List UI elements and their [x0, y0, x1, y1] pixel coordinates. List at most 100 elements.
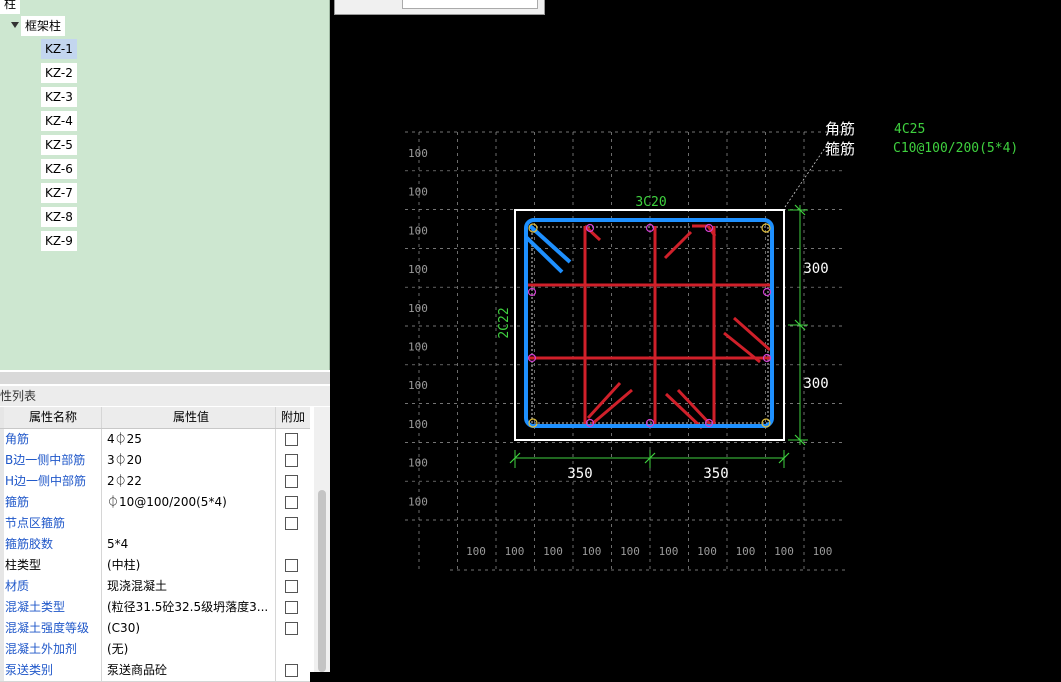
top-bar-label: 3C20	[635, 195, 666, 210]
table-row[interactable]: 角筋 4⏀25	[0, 429, 310, 451]
property-value[interactable]: 4⏀25	[104, 429, 276, 450]
property-value[interactable]: 泵送商品砼	[104, 660, 276, 681]
add-checkbox[interactable]	[285, 454, 298, 467]
add-checkbox[interactable]	[285, 496, 298, 509]
left-panel: 柱 框架柱 KZ-1 KZ-2 KZ-3 KZ-4 KZ-5 KZ-6 KZ-7…	[0, 0, 330, 682]
drawing-canvas[interactable]: 100 100 100 100 100 100 100 100 100 100 100 100 100 1…	[330, 0, 1061, 672]
table-row[interactable]: 泵送类别 泵送商品砼	[0, 660, 310, 682]
property-name: 节点区箍筋	[5, 513, 102, 534]
tree-group-frame-column[interactable]: 框架柱	[21, 16, 66, 36]
component-tree: 柱 框架柱 KZ-1 KZ-2 KZ-3 KZ-4 KZ-5 KZ-6 KZ-7…	[0, 0, 330, 370]
property-name: 材质	[5, 576, 102, 597]
grid-label-x: 100	[543, 545, 563, 558]
grid-label-y: 100	[408, 379, 428, 392]
property-name: B边一侧中部筋	[5, 450, 102, 471]
tree-item-kz-3[interactable]: KZ-3	[41, 87, 77, 107]
outer-stirrup	[524, 218, 774, 428]
grid-label-y: 100	[408, 302, 428, 315]
property-value[interactable]	[104, 513, 276, 534]
table-row[interactable]: H边一侧中部筋 2⏀22	[0, 471, 310, 493]
add-checkbox[interactable]	[285, 433, 298, 446]
dim-text-300-bottom: 300	[803, 376, 828, 392]
table-row[interactable]: 箍筋 ⏀10@100/200(5*4)	[0, 492, 310, 514]
property-value[interactable]: (C30)	[104, 618, 276, 639]
add-checkbox[interactable]	[285, 559, 298, 572]
leader-line	[784, 144, 828, 208]
grid-label-y: 100	[408, 341, 428, 354]
table-row[interactable]: 节点区箍筋	[0, 513, 310, 535]
grid-label-y: 100	[408, 186, 428, 199]
grid-label-x: 100	[697, 545, 717, 558]
grid-label-x: 100	[582, 545, 602, 558]
property-name: 泵送类别	[5, 660, 102, 681]
grid-label-x: 100	[774, 545, 794, 558]
side-bar-label: 2C22	[497, 307, 512, 338]
column-section-drawing: 100 100 100 100 100 100 100 100 100 100 100 100 100 1…	[405, 120, 1018, 571]
table-row[interactable]: 柱类型 (中柱)	[0, 555, 310, 577]
property-value[interactable]: 5*4	[104, 534, 276, 555]
grid-label-y: 100	[408, 418, 428, 431]
grid-label-y: 100	[408, 263, 428, 276]
property-name: H边一侧中部筋	[5, 471, 102, 492]
tree-item-kz-2[interactable]: KZ-2	[41, 63, 77, 83]
tie-hook	[583, 224, 602, 242]
tree-item-kz-9[interactable]: KZ-9	[41, 231, 77, 251]
add-checkbox[interactable]	[285, 601, 298, 614]
add-checkbox[interactable]	[285, 475, 298, 488]
col-header-name: 属性名称	[5, 407, 102, 428]
property-name: 箍筋	[5, 492, 102, 513]
property-value[interactable]: 2⏀22	[104, 471, 276, 492]
grid-label-y: 100	[408, 147, 428, 160]
table-row[interactable]: B边一侧中部筋 3⏀20	[0, 450, 310, 472]
dim-text-350-left: 350	[567, 466, 592, 482]
table-header: 属性名称 属性值 附加	[0, 407, 310, 429]
tree-item-kz-5[interactable]: KZ-5	[41, 135, 77, 155]
table-row[interactable]: 混凝土类型 (粒径31.5砼32.5级坍落度3...	[0, 597, 310, 619]
grid-label-x: 100	[659, 545, 679, 558]
add-checkbox[interactable]	[285, 622, 298, 635]
grid-label-y: 100	[408, 457, 428, 470]
grid-label-x: 100	[813, 545, 833, 558]
stirrup-hook	[524, 235, 564, 274]
grid-label-y: 100	[408, 224, 428, 237]
property-value[interactable]: (无)	[104, 639, 276, 660]
expand-arrow-icon[interactable]	[11, 22, 19, 28]
scrollbar-thumb[interactable]	[318, 490, 326, 672]
add-checkbox[interactable]	[285, 664, 298, 677]
property-name: 混凝土强度等级	[5, 618, 102, 639]
dim-text-300-top: 300	[803, 261, 828, 277]
tree-item-kz-8[interactable]: KZ-8	[41, 207, 77, 227]
middle-bar	[762, 287, 772, 297]
tree-item-kz-7[interactable]: KZ-7	[41, 183, 77, 203]
property-value[interactable]: (粒径31.5砼32.5级坍落度3...	[104, 597, 276, 618]
col-header-value: 属性值	[104, 407, 276, 428]
add-checkbox[interactable]	[285, 580, 298, 593]
table-row[interactable]: 材质 现浇混凝土	[0, 576, 310, 598]
stirrup-value: C10@100/200(5*4)	[893, 141, 1018, 156]
table-row[interactable]: 混凝土外加剂 (无)	[0, 639, 310, 661]
corner-bar-value: 4C25	[894, 122, 925, 137]
tree-item-kz-1[interactable]: KZ-1	[41, 39, 77, 59]
tree-root-column[interactable]: 柱	[0, 0, 21, 14]
tree-item-kz-4[interactable]: KZ-4	[41, 111, 77, 131]
property-value[interactable]: (中柱)	[104, 555, 276, 576]
property-name: 角筋	[5, 429, 102, 450]
table-row[interactable]: 箍筋胶数 5*4	[0, 534, 310, 556]
property-name: 箍筋胶数	[5, 534, 102, 555]
property-name: 混凝土类型	[5, 597, 102, 618]
property-name: 混凝土外加剂	[5, 639, 102, 660]
property-value[interactable]: 3⏀20	[104, 450, 276, 471]
table-row[interactable]: 混凝土强度等级 (C30)	[0, 618, 310, 640]
corner-bar	[761, 223, 771, 233]
toolbar-input[interactable]	[402, 0, 538, 9]
add-checkbox[interactable]	[285, 517, 298, 530]
grid-label-x: 100	[505, 545, 525, 558]
grid-label-x: 100	[736, 545, 756, 558]
grid-label-x: 100	[466, 545, 486, 558]
property-name: 柱类型	[5, 555, 102, 576]
panel-splitter[interactable]	[0, 372, 330, 384]
tree-item-kz-6[interactable]: KZ-6	[41, 159, 77, 179]
property-value[interactable]: 现浇混凝土	[104, 576, 276, 597]
property-list-title: 性列表	[0, 386, 330, 406]
property-value[interactable]: ⏀10@100/200(5*4)	[104, 492, 276, 513]
